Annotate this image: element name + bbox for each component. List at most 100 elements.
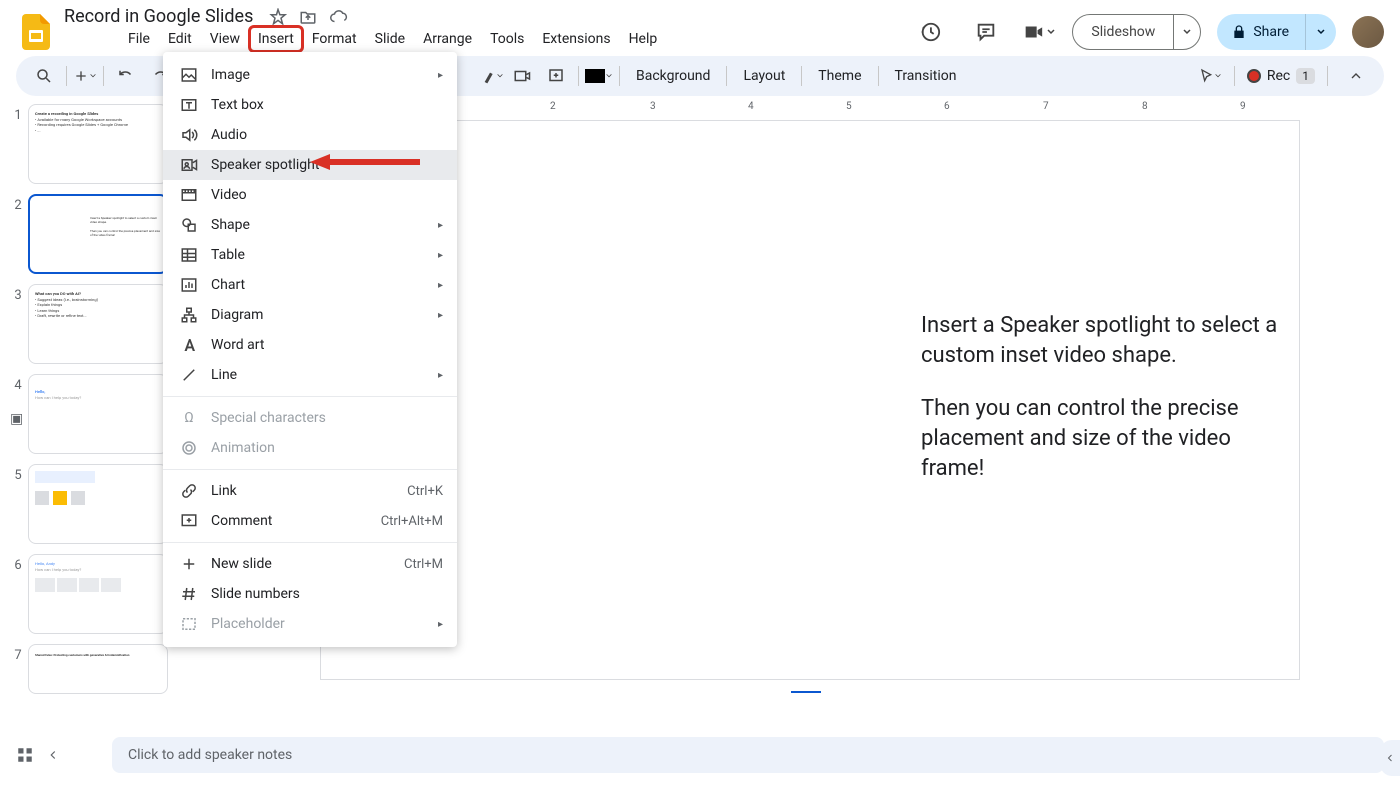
thumb-number: 3	[8, 284, 28, 303]
thumb-number: 6	[8, 554, 28, 573]
menu-item-link[interactable]: LinkCtrl+K	[163, 476, 457, 506]
menu-item-line[interactable]: Line▸	[163, 360, 457, 390]
menu-item-wordart[interactable]: Word art	[163, 330, 457, 360]
slide-paragraph: Insert a Speaker spotlight to select a c…	[921, 311, 1291, 370]
rec-button[interactable]: Rec 1	[1247, 68, 1315, 84]
camera-icon[interactable]	[1022, 12, 1056, 52]
slide-canvas[interactable]: Insert a Speaker spotlight to select a c…	[320, 120, 1300, 680]
comment-tool-icon[interactable]	[540, 60, 572, 92]
transition-button[interactable]: Transition	[885, 68, 967, 84]
menu-slide[interactable]: Slide	[367, 27, 413, 51]
theme-button[interactable]: Theme	[808, 68, 871, 84]
new-slide-icon[interactable]	[73, 60, 97, 92]
placeholder-icon	[177, 615, 201, 633]
menu-item-chart[interactable]: Chart▸	[163, 270, 457, 300]
submenu-arrow-icon: ▸	[438, 310, 443, 321]
omega-icon: Ω	[177, 410, 201, 426]
menu-item-new-slide[interactable]: New slideCtrl+M	[163, 549, 457, 579]
share-button[interactable]: Share	[1217, 14, 1336, 50]
document-title[interactable]: Record in Google Slides	[64, 6, 253, 27]
chart-icon	[177, 276, 201, 294]
menu-item-video[interactable]: Video	[163, 180, 457, 210]
video-badge-icon: ▣	[10, 411, 23, 427]
undo-icon[interactable]	[110, 60, 142, 92]
slide-thumb-6[interactable]: Hello, AndyHow can I help you today?	[28, 554, 168, 634]
fill-color-icon[interactable]	[585, 60, 613, 92]
menu-insert[interactable]: Insert	[250, 27, 302, 51]
slide-thumb-5[interactable]	[28, 464, 168, 544]
thumb-number: 7	[8, 644, 28, 663]
layout-button[interactable]: Layout	[733, 68, 795, 84]
slides-logo[interactable]	[16, 12, 56, 52]
menu-item-shape[interactable]: Shape▸	[163, 210, 457, 240]
slide-thumb-7[interactable]: Shared false: Protecting customers with …	[28, 644, 168, 694]
comment-icon	[177, 512, 201, 530]
diagram-icon	[177, 306, 201, 324]
submenu-arrow-icon: ▸	[438, 70, 443, 81]
line-icon	[177, 366, 201, 384]
filmstrip[interactable]: 1Create a recording in Google Slides• Av…	[0, 96, 180, 734]
slide-thumb-1[interactable]: Create a recording in Google Slides• Ava…	[28, 104, 168, 184]
comments-icon[interactable]	[966, 12, 1006, 52]
history-icon[interactable]	[910, 12, 950, 52]
speaker-notes-input[interactable]: Click to add speaker notes	[112, 737, 1384, 773]
menu-format[interactable]: Format	[304, 27, 365, 51]
slide-thumb-4[interactable]: Hello,How can I help you today?	[28, 374, 168, 454]
pointer-icon[interactable]	[1198, 60, 1222, 92]
slide-thumb-3[interactable]: What can you DO with AI?• Suggest ideas …	[28, 284, 168, 364]
insert-menu-dropdown: Image▸ Text box Audio Speaker spotlight …	[163, 52, 457, 647]
slideshow-dropdown[interactable]	[1174, 15, 1200, 49]
menu-item-slide-numbers[interactable]: Slide numbers	[163, 579, 457, 609]
menu-help[interactable]: Help	[621, 27, 666, 51]
link-icon	[177, 482, 201, 500]
image-icon	[177, 66, 201, 84]
hash-icon	[177, 585, 201, 603]
side-panel-toggle[interactable]	[1380, 740, 1400, 776]
menu-arrange[interactable]: Arrange	[415, 27, 480, 51]
star-icon[interactable]	[269, 8, 287, 26]
animation-icon	[177, 439, 201, 457]
background-button[interactable]: Background	[626, 68, 720, 84]
submenu-arrow-icon: ▸	[438, 370, 443, 381]
grid-view-icon[interactable]	[16, 746, 34, 764]
thumb-number: 1	[8, 104, 28, 123]
menu-item-textbox[interactable]: Text box	[163, 90, 457, 120]
speaker-spotlight-icon	[177, 156, 201, 174]
slide-thumb-2[interactable]: Insert a Speaker spotlight to select a c…	[28, 194, 168, 274]
slideshow-button[interactable]: Slideshow	[1072, 14, 1201, 50]
slide-paragraph: Then you can control the precise placeme…	[921, 394, 1291, 483]
submenu-arrow-icon: ▸	[438, 250, 443, 261]
menu-extensions[interactable]: Extensions	[534, 27, 618, 51]
collapse-filmstrip-icon[interactable]	[46, 748, 60, 762]
avatar[interactable]	[1352, 16, 1384, 48]
shortcut-label: Ctrl+M	[404, 557, 443, 572]
audio-icon	[177, 126, 201, 144]
menu-file[interactable]: File	[120, 27, 158, 51]
collapse-icon[interactable]	[1340, 60, 1372, 92]
share-label: Share	[1253, 24, 1289, 40]
thumb-number: 4	[8, 374, 28, 393]
slideshow-label[interactable]: Slideshow	[1073, 15, 1174, 49]
share-dropdown[interactable]	[1305, 14, 1336, 50]
table-icon	[177, 246, 201, 264]
menu-item-audio[interactable]: Audio	[163, 120, 457, 150]
rec-dot-icon	[1247, 69, 1261, 83]
search-icon[interactable]	[28, 60, 60, 92]
menu-item-placeholder: Placeholder▸	[163, 609, 457, 639]
menu-item-diagram[interactable]: Diagram▸	[163, 300, 457, 330]
wordart-icon	[177, 336, 201, 354]
menu-view[interactable]: View	[202, 27, 248, 51]
menu-item-image[interactable]: Image▸	[163, 60, 457, 90]
paint-icon[interactable]	[480, 60, 504, 92]
menu-tools[interactable]: Tools	[482, 27, 532, 51]
menu-item-comment[interactable]: CommentCtrl+Alt+M	[163, 506, 457, 536]
slide-text-box[interactable]: Insert a Speaker spotlight to select a c…	[921, 311, 1291, 507]
shape-icon	[177, 216, 201, 234]
menu-item-speaker-spotlight[interactable]: Speaker spotlight	[163, 150, 457, 180]
menu-item-special-characters: ΩSpecial characters	[163, 403, 457, 433]
move-icon[interactable]	[299, 8, 317, 26]
menu-edit[interactable]: Edit	[160, 27, 200, 51]
camera-tool-icon[interactable]	[506, 60, 538, 92]
menu-item-table[interactable]: Table▸	[163, 240, 457, 270]
cloud-icon[interactable]	[329, 8, 349, 26]
